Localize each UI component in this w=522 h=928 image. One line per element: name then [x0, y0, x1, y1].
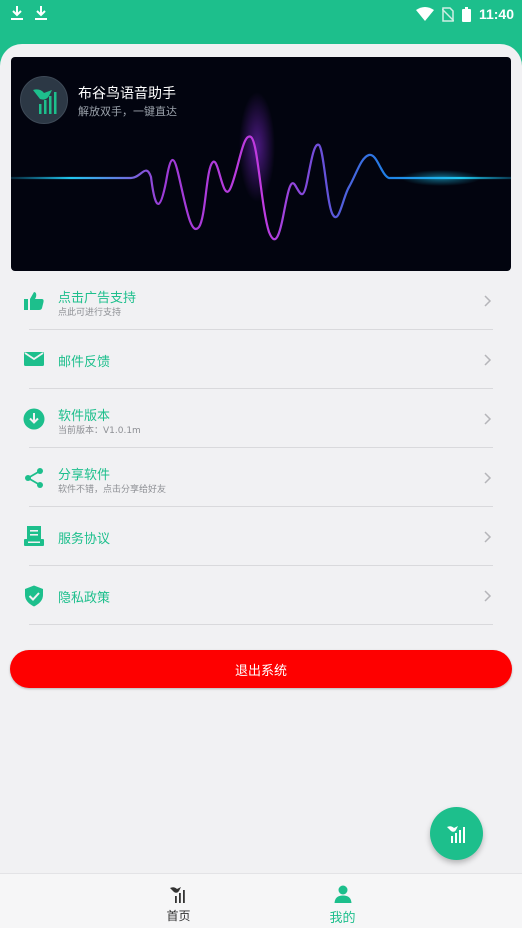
chevron-right-icon	[484, 295, 492, 307]
no-sim-icon	[441, 6, 454, 22]
shield-check-icon	[22, 584, 46, 608]
menu-item-share-software[interactable]: 分享软件 软件不错，点击分享给好友	[0, 448, 522, 507]
mail-icon	[22, 347, 46, 371]
download-notification-icon	[34, 4, 48, 22]
agreement-icon	[22, 524, 46, 548]
share-icon	[22, 466, 46, 490]
app-logo	[20, 76, 68, 124]
wifi-icon	[415, 7, 434, 21]
thumbs-up-icon	[22, 289, 46, 313]
menu-item-title: 邮件反馈	[58, 355, 111, 370]
app-logo-icon	[447, 826, 465, 843]
menu-item-title: 软件版本	[58, 409, 111, 424]
chevron-right-icon	[484, 354, 492, 366]
download-notification-icon	[10, 4, 24, 22]
menu-item-title: 点击广告支持	[58, 291, 137, 306]
menu-item-software-version[interactable]: 软件版本 当前版本：V1.0.1m	[0, 389, 522, 448]
clock: 11:40	[478, 6, 514, 22]
divider	[29, 624, 493, 625]
bottom-navigation: 首页 我的	[0, 873, 522, 928]
menu-item-service-agreement[interactable]: 服务协议	[0, 507, 522, 566]
status-bar: 11:40	[0, 0, 522, 28]
voice-assistant-fab[interactable]	[430, 807, 483, 860]
menu-item-title: 分享软件	[58, 468, 111, 483]
tab-mine[interactable]: 我的	[212, 874, 473, 928]
menu-item-email-feedback[interactable]: 邮件反馈	[0, 330, 522, 389]
download-icon	[22, 407, 46, 431]
user-icon	[333, 884, 353, 904]
menu-item-title: 服务协议	[58, 532, 111, 547]
menu-item-ad-support[interactable]: 点击广告支持 点此可进行支持	[0, 271, 522, 330]
chevron-right-icon	[484, 413, 492, 425]
home-tab-icon	[169, 884, 189, 904]
voice-banner: 布谷鸟语音助手 解放双手，一键直达	[11, 57, 511, 271]
menu-item-subtitle: 软件不错，点击分享给好友	[58, 485, 167, 495]
menu-item-title: 隐私政策	[58, 591, 111, 606]
logout-button[interactable]: 退出系统	[10, 650, 512, 688]
menu-item-privacy-policy[interactable]: 隐私政策	[0, 566, 522, 625]
app-name: 布谷鸟语音助手	[78, 86, 176, 102]
battery-icon	[461, 6, 471, 22]
app-slogan: 解放双手，一键直达	[78, 105, 177, 118]
menu-item-subtitle: 点此可进行支持	[58, 308, 122, 318]
chevron-right-icon	[484, 472, 492, 484]
chevron-right-icon	[484, 590, 492, 602]
menu-item-subtitle: 当前版本：V1.0.1m	[58, 426, 141, 436]
chevron-right-icon	[484, 531, 492, 543]
tab-label: 我的	[329, 911, 356, 926]
